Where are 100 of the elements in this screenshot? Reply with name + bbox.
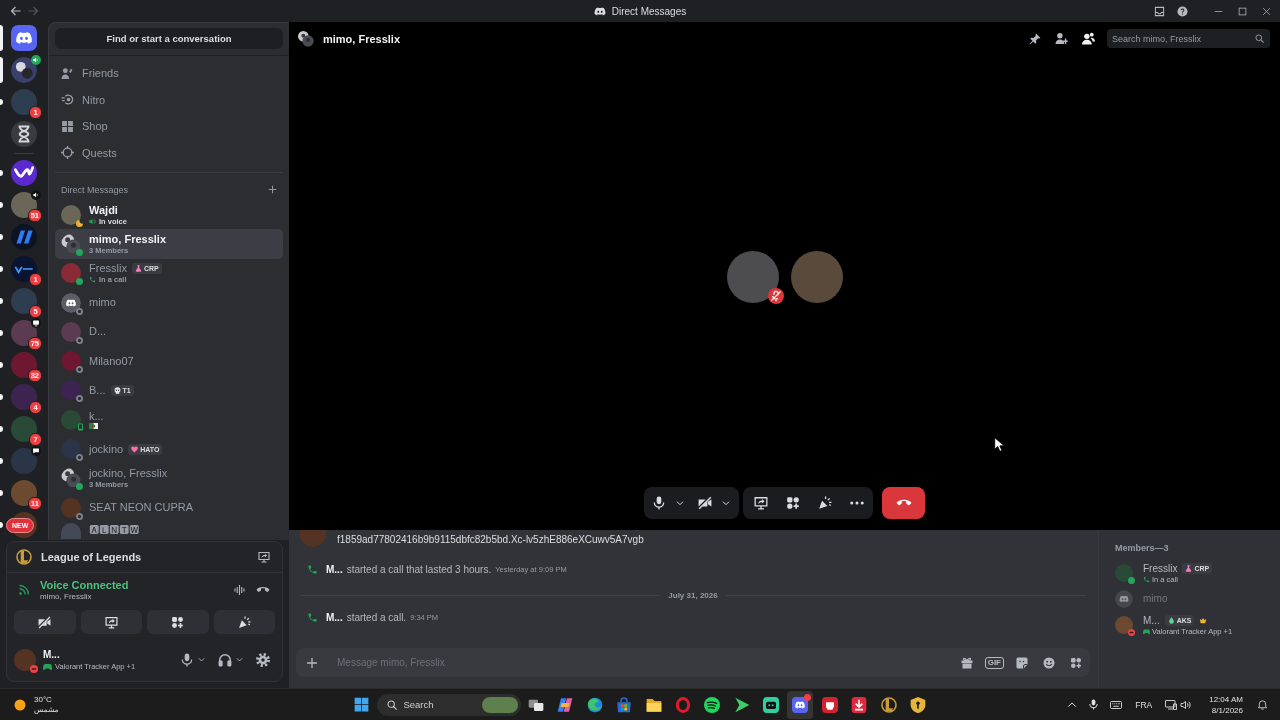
- nav-item[interactable]: Nitro: [55, 86, 283, 113]
- inbox-icon[interactable]: [1154, 5, 1165, 17]
- screen-share-icon[interactable]: [258, 551, 270, 563]
- server-avatar[interactable]: [11, 352, 37, 378]
- caret-icon[interactable]: [236, 656, 243, 663]
- nav-item[interactable]: Shop: [55, 113, 283, 140]
- nav-item[interactable]: Quests: [55, 139, 283, 166]
- microphone-icon[interactable]: [652, 496, 666, 510]
- shapes-icon[interactable]: [786, 496, 800, 510]
- notification-bell-icon[interactable]: [1257, 699, 1268, 710]
- microphone-icon[interactable]: [180, 652, 194, 667]
- heart-icon: [131, 445, 139, 453]
- caret-icon[interactable]: [198, 656, 205, 663]
- screen-share-button[interactable]: [80, 610, 142, 634]
- monitor-icon[interactable]: [1165, 698, 1178, 711]
- maximize-icon[interactable]: [1238, 6, 1247, 16]
- gift-icon[interactable]: [960, 656, 973, 669]
- conversation-title: mimo, Fresslix: [323, 32, 401, 45]
- dm-list-item[interactable]: Milano07: [55, 346, 283, 376]
- shield-app-icon: [909, 696, 926, 713]
- volume-icon[interactable]: [1180, 698, 1193, 711]
- app-tile-icon: [821, 696, 838, 713]
- nitro-icon: [61, 93, 74, 107]
- phone-icon: [307, 611, 318, 623]
- author-name[interactable]: M...: [326, 611, 343, 623]
- ring-logo-icon: [674, 696, 691, 713]
- slashes-server-icon[interactable]: [11, 224, 37, 250]
- dm-list-item[interactable]: mimo: [55, 287, 283, 318]
- call-message: started a call.: [346, 611, 407, 623]
- settings-icon[interactable]: [256, 652, 270, 667]
- member-name: Fresslix: [1143, 562, 1178, 575]
- robot-app-icon: [763, 696, 780, 713]
- taskbar-app-button[interactable]: [787, 690, 814, 719]
- shop-icon: [61, 119, 74, 133]
- search-field[interactable]: Search mimo, Fresslix: [1107, 29, 1270, 48]
- smiley-icon[interactable]: [1043, 656, 1055, 669]
- v-mark-server-icon[interactable]: [11, 256, 37, 282]
- quests-icon: [61, 146, 74, 160]
- username: M...: [43, 648, 61, 660]
- sticker-icon[interactable]: [1016, 656, 1028, 669]
- chevron-up-icon[interactable]: [1067, 699, 1078, 710]
- waveform-icon[interactable]: [234, 584, 246, 596]
- shapes-icon[interactable]: [1070, 656, 1082, 669]
- add-friend-icon[interactable]: [1055, 32, 1068, 45]
- sun-icon: [14, 698, 26, 711]
- activities-button[interactable]: [147, 610, 209, 634]
- caret-icon[interactable]: [722, 499, 730, 507]
- screen-share-icon[interactable]: [754, 496, 768, 510]
- speaker-icon: [31, 55, 41, 65]
- caret-icon[interactable]: [676, 499, 684, 507]
- server-avatar[interactable]: [11, 480, 37, 506]
- plus-icon[interactable]: [306, 656, 318, 669]
- gif-button[interactable]: GIF: [984, 656, 1004, 669]
- dm-list-item[interactable]: 🅰🅻🅽🆃🆆: [55, 522, 283, 540]
- find-conversation-button[interactable]: Find or start a conversation: [55, 28, 283, 49]
- voice-status[interactable]: Voice Connected: [40, 579, 129, 591]
- headphones-icon[interactable]: [218, 652, 232, 667]
- dm-list-item[interactable]: k...: [55, 405, 283, 435]
- search-icon: [387, 699, 398, 710]
- plus-icon[interactable]: [268, 185, 277, 194]
- dm-name: jockino, Fresslix: [89, 467, 168, 481]
- camera-button[interactable]: [14, 610, 76, 634]
- game-emblem-icon: [16, 549, 32, 565]
- user-avatar[interactable]: [14, 648, 36, 671]
- close-icon[interactable]: [1262, 6, 1271, 16]
- arrow-app-icon: [733, 696, 750, 713]
- soundboard-button[interactable]: [213, 610, 275, 634]
- hourglass-server-icon[interactable]: [11, 121, 37, 147]
- end-call-button[interactable]: [882, 487, 925, 519]
- swoosh-server-icon[interactable]: [11, 160, 37, 186]
- chat-logo-icon: [792, 696, 809, 713]
- author-name[interactable]: M...: [326, 563, 343, 575]
- keyboard-icon[interactable]: [1110, 698, 1123, 711]
- clock-time: 12:04 AM: [1209, 693, 1243, 705]
- drop-icon: [1167, 617, 1175, 624]
- voice-channel: mimo, Fresslix: [40, 592, 93, 601]
- server-avatar[interactable]: [11, 448, 37, 474]
- clock[interactable]: 12:04 AM 8/1/2026: [1209, 693, 1243, 716]
- back-arrow-icon[interactable]: [10, 5, 22, 17]
- member-name: mimo: [1143, 593, 1168, 605]
- pin-icon[interactable]: [1029, 32, 1041, 45]
- default-avatar: [61, 292, 81, 313]
- group-avatar[interactable]: [11, 57, 37, 83]
- dm-list-item[interactable]: SEAT NEON CUPRA: [55, 492, 283, 523]
- dm-name: B...: [89, 383, 106, 397]
- participant-avatar[interactable]: [726, 251, 779, 303]
- nav-item[interactable]: Friends: [55, 60, 283, 87]
- dm-list-item[interactable]: D...: [55, 317, 283, 347]
- camera-off-icon[interactable]: [698, 496, 712, 510]
- party-popper-icon[interactable]: [818, 496, 832, 510]
- flask-icon: [134, 265, 142, 273]
- microphone-icon[interactable]: [1088, 699, 1100, 710]
- swirl-browser-icon: [586, 696, 603, 713]
- phone-icon: [307, 563, 318, 575]
- help-icon[interactable]: [1177, 5, 1188, 17]
- start-icon[interactable]: [353, 697, 369, 712]
- home-button[interactable]: [11, 25, 37, 51]
- taskbar-search-button[interactable]: Search: [377, 693, 522, 716]
- language-indicator[interactable]: FRA: [1135, 699, 1153, 710]
- members-icon[interactable]: [1082, 32, 1095, 45]
